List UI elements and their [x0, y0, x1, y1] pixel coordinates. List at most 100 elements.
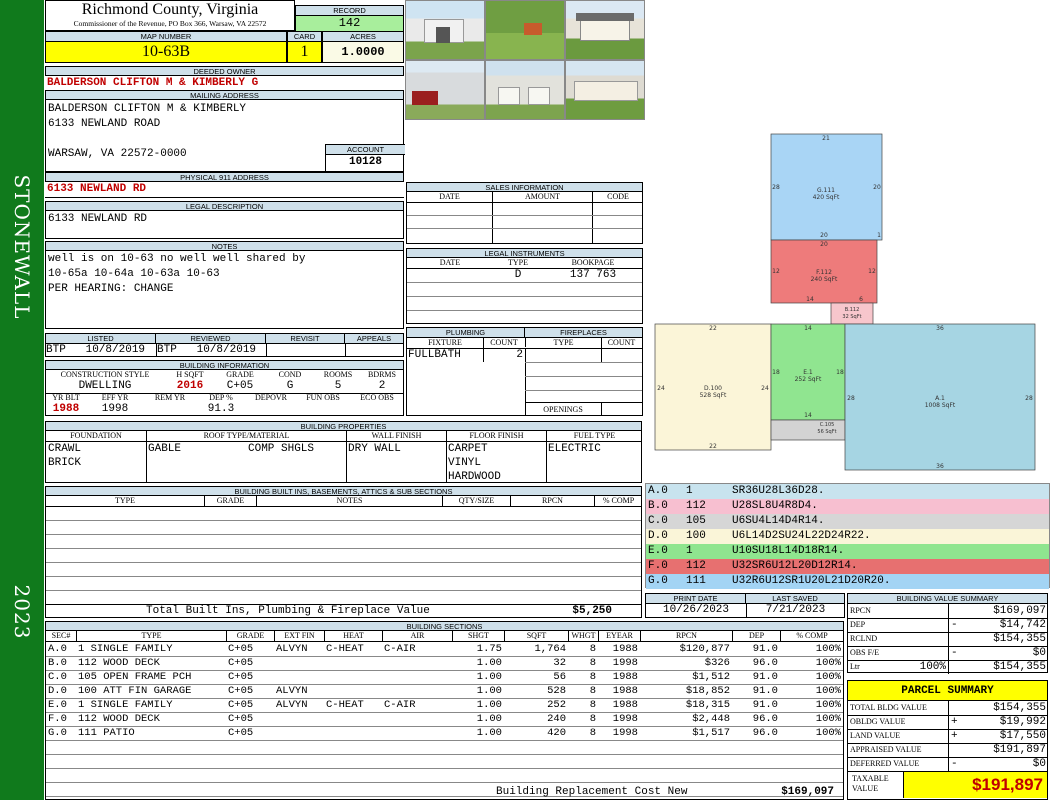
legend-row[interactable]: B.0 112 U28SL8U4R8D4. [646, 499, 1049, 514]
section-row[interactable]: F.0 112 WOOD DECK C+05 1.00 240 8 1998 $2,448 96… [46, 712, 843, 726]
openings-label: OPENINGS [543, 405, 583, 414]
fireplace-type-label: TYPE [525, 338, 601, 347]
taxable-value: $191,897 [903, 772, 1047, 798]
section-cell: 112 WOOD DECK [78, 713, 160, 725]
section-col-6: SHGT [452, 631, 504, 641]
section-cell: 100% [815, 727, 841, 739]
section-cell: 100% [815, 657, 841, 669]
bi2-col-rpcn: RPCN [510, 496, 594, 506]
land-value: $17,550 [999, 730, 1046, 742]
section-cell: $1,512 [692, 671, 730, 683]
print-saved-box: PRINT DATE LAST SAVED 10/26/2023 7/21/20… [645, 593, 845, 618]
legend-path: U32SR6U12L20D12R14. [732, 560, 858, 572]
photo-garage[interactable] [405, 60, 485, 120]
dim-a-left: 28 [847, 395, 855, 402]
bi-col-dep: DEP % [209, 393, 233, 402]
bi-col-depovr: DEPOVR [254, 393, 287, 402]
section-col-3: EXT FIN [274, 631, 324, 641]
photo-barn[interactable] [405, 0, 485, 60]
photo-house-side[interactable] [565, 60, 645, 120]
deeded-owner-label: DEEDED OWNER [45, 66, 404, 76]
photo-garage-doors[interactable] [485, 60, 565, 120]
section-row[interactable]: G.0 111 PATIO C+05 1.00 420 8 1998 $1,517 96.0 10… [46, 726, 843, 740]
construction-style: DWELLING [78, 380, 132, 392]
section-row[interactable]: A.0 1 SINGLE FAMILY C+05 ALVYN C-HEAT C-AIR 1.… [46, 642, 843, 656]
instrument-bookpage: 137 763 [569, 269, 617, 281]
plumbing-fixture-label: FIXTURE [428, 338, 462, 347]
bi-col-rooms: ROOMS [323, 370, 353, 379]
legend-row[interactable]: A.0 1 SR36U28L36D28. [646, 484, 1049, 499]
legend-row[interactable]: G.0 111 U32R6U12SR1U20L21D20R20. [646, 574, 1049, 589]
section-col-4: HEAT [324, 631, 382, 641]
instr-col-date: DATE [439, 258, 461, 267]
section-cell: 1.00 [476, 727, 502, 739]
section-cell: E.0 [48, 699, 67, 711]
floor-finish-2: VINYL [448, 457, 482, 469]
section-row[interactable]: B.0 112 WOOD DECK C+05 1.00 32 8 1998 $326 96.0 1… [46, 656, 843, 670]
legend-code: 112 [686, 560, 706, 572]
legend-sec: B.0 [648, 500, 668, 512]
photo-house[interactable] [565, 0, 645, 60]
section-cell: 100% [815, 699, 841, 711]
obldg-value: $19,992 [999, 716, 1046, 728]
building-grade: C+05 [226, 380, 254, 392]
section-row[interactable]: E.0 1 SINGLE FAMILY C+05 ALVYN C-HEAT C-AIR 1.… [46, 698, 843, 712]
section-row[interactable]: D.0 100 ATT FIN GARAGE C+05 ALVYN 1.00 528 8 19… [46, 684, 843, 698]
section-row[interactable]: C.0 105 OPEN FRAME PCH C+05 1.00 56 8 1988 $1,5… [46, 670, 843, 684]
rclnd-value: $154,355 [993, 633, 1046, 645]
bi2-col-notes: NOTES [256, 496, 442, 506]
listing-box: LISTED REVIEWED REVISIT APPEALS BTP 10/8… [45, 333, 404, 357]
dim-f-right: 12 [868, 268, 876, 275]
acres-label: ACRES [323, 32, 403, 42]
section-cell: 1988 [612, 671, 638, 683]
sketch-label-g-sqft: 420 SqFt [813, 194, 840, 201]
bi-col-funobs: FUN OBS [306, 393, 340, 402]
legend-row[interactable]: E.0 1 U10SU18L14D18R14. [646, 544, 1049, 559]
card-box: CARD 1 [287, 31, 322, 63]
legend-path: U32R6U12SR1U20L21D20R20. [732, 575, 891, 587]
dim-a-right: 28 [1025, 395, 1033, 402]
bi-col-effyr: EFF YR [101, 393, 129, 402]
dim-g-top: 21 [822, 135, 830, 142]
total-bldg-value: $154,355 [993, 702, 1046, 714]
county-header: Richmond County, Virginia Commissioner o… [45, 0, 295, 31]
legend-sec: F.0 [648, 560, 668, 572]
record-label: RECORD [296, 6, 403, 16]
building-sketch[interactable]: G.111 420 SqFt F.112 240 SqFt B.112 32 S… [645, 120, 1050, 478]
photo-yard[interactable] [485, 0, 565, 60]
foundation-2: BRICK [48, 457, 82, 469]
deferred-label: DEFERRED VALUE [850, 759, 920, 768]
county-title: Richmond County, Virginia [81, 1, 259, 18]
section-cell: 1.00 [476, 685, 502, 697]
appraised-value: $191,897 [993, 744, 1046, 756]
rpcn-label: RPCN [850, 606, 871, 615]
sales-col-code: CODE [607, 192, 629, 201]
prop-col-roof: ROOF TYPE/MATERIAL [146, 431, 346, 483]
section-col-8: WHGT [568, 631, 598, 641]
legend-row[interactable]: C.0 105 U6SU4L14D4R14. [646, 514, 1049, 529]
roof-material: COMP SHGLS [248, 443, 315, 455]
building-rooms: 5 [334, 380, 342, 392]
roof-type: GABLE [148, 443, 182, 455]
section-cell: ALVYN [276, 685, 308, 697]
land-label: LAND VALUE [850, 731, 901, 740]
section-cell: 420 [547, 727, 566, 739]
replacement-cost-label: Building Replacement Cost New [496, 786, 688, 798]
print-date: 10/26/2023 [662, 604, 729, 616]
card-label: CARD [288, 32, 321, 42]
ltr-value: $154,355 [993, 661, 1046, 673]
legend-row[interactable]: D.0 100 U6L14D2SU24L22D24R22. [646, 529, 1049, 544]
section-col-5: AIR [382, 631, 452, 641]
last-saved: 7/21/2023 [746, 604, 844, 617]
sales-col-amount: AMOUNT [493, 192, 593, 244]
legend-path: U6L14D2SU24L22D24R22. [732, 530, 871, 542]
card-number: 1 [288, 42, 321, 62]
legend-row[interactable]: F.0 112 U32SR6U12L20D12R14. [646, 559, 1049, 574]
bi-col-style: CONSTRUCTION STYLE [60, 370, 150, 379]
section-cell: 8 [589, 713, 596, 725]
properties-label: BUILDING PROPERTIES [45, 421, 642, 431]
account-box: ACCOUNT 10128 [325, 144, 405, 171]
sales-label: SALES INFORMATION [406, 182, 643, 192]
section-cell: 8 [589, 643, 596, 655]
sketch-label-f-id: F.112 [816, 269, 832, 276]
